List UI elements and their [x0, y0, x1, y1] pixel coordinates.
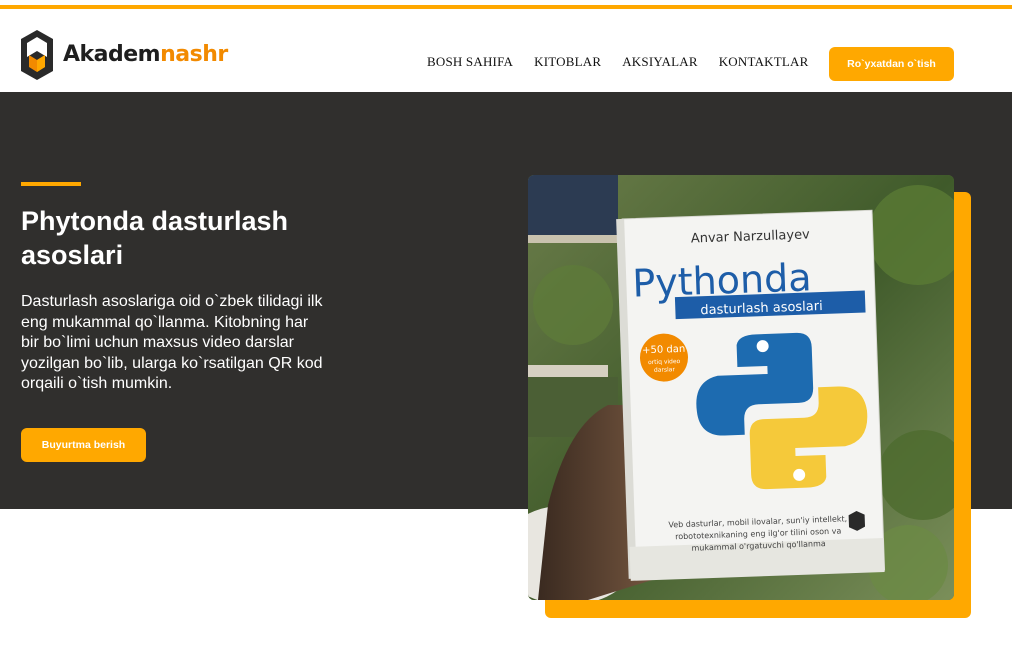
site-logo[interactable]: Akademnashr	[20, 29, 228, 81]
order-button[interactable]: Buyurtma berish	[21, 428, 146, 462]
hero-description: Dasturlash asoslariga oid o`zbek tilidag…	[21, 293, 323, 392]
nav-item-promotions[interactable]: AKSIYALAR	[622, 54, 697, 70]
hero-accent-bar	[21, 182, 81, 186]
brand-name-accent: nashr	[160, 42, 228, 67]
page: Akademnashr BOSH SAHIFA KITOBLAR AKSIYAL…	[0, 0, 1012, 646]
book-photo-illustration: Anvar Narzullayev Pythonda dasturlash as…	[528, 175, 954, 600]
book-badge-line2: ortiq video	[648, 358, 681, 366]
nav-item-contacts[interactable]: KONTAKTLAR	[719, 54, 809, 70]
nav-item-books[interactable]: KITOBLAR	[534, 54, 601, 70]
book-hexagon-logo-icon	[21, 30, 53, 80]
brand-name: Akademnashr	[63, 44, 228, 66]
hero-title: Phytonda dasturlash asoslari	[21, 206, 289, 270]
brand-name-dark: Akadem	[63, 42, 161, 67]
main-nav: BOSH SAHIFA KITOBLAR AKSIYALAR KONTAKTLA…	[427, 54, 830, 70]
book-badge-line1: +50 dan	[642, 344, 685, 356]
nav-item-home[interactable]: BOSH SAHIFA	[427, 54, 513, 70]
book-cover-title: Pythonda	[632, 255, 813, 305]
book-badge-line3: darslar	[654, 366, 676, 374]
register-button[interactable]: Ro`yxatdan o`tish	[829, 47, 954, 81]
book-photo: Anvar Narzullayev Pythonda dasturlash as…	[528, 175, 954, 600]
